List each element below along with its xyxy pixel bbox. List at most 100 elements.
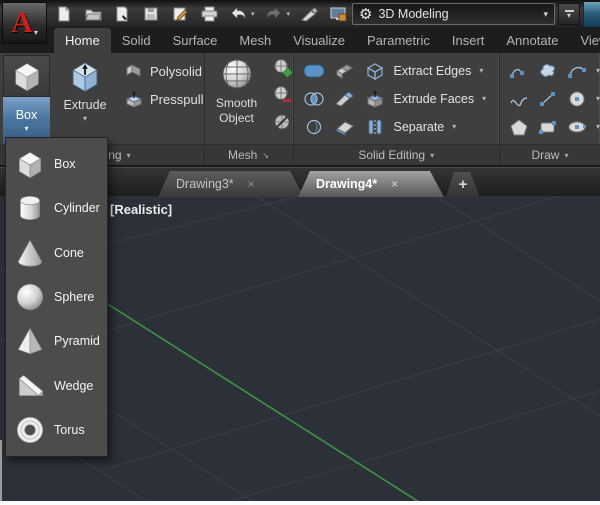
presspull-icon: [124, 89, 144, 109]
plot-style-pen-icon[interactable]: [299, 4, 319, 24]
extrude-icon: [66, 57, 104, 95]
line-icon[interactable]: [538, 90, 558, 108]
tab-home[interactable]: Home: [54, 28, 111, 53]
modeling-small-buttons: Polysolid Presspull: [112, 53, 203, 144]
extrude-button[interactable]: Extrude ▾: [58, 57, 112, 144]
y-axis-green-line: [106, 303, 430, 501]
cone-shape-icon: [13, 236, 47, 270]
layout-monitor-icon[interactable]: [328, 4, 348, 24]
new-file-icon[interactable]: [54, 4, 74, 24]
draw-row-2: ▾: [509, 86, 600, 111]
quick-access-toolbar: ▾ ▾: [54, 2, 348, 26]
menu-item-box[interactable]: Box: [6, 142, 107, 186]
separate-icon[interactable]: [364, 117, 386, 137]
solid-editing-panel-label[interactable]: Solid Editing ▾: [294, 144, 499, 165]
separate-label[interactable]: Separate: [394, 120, 445, 134]
cylinder-shape-icon: [13, 191, 47, 225]
tab-parametric[interactable]: Parametric: [356, 28, 441, 53]
close-tab-icon[interactable]: ×: [248, 177, 255, 191]
menu-item-sphere[interactable]: Sphere: [6, 275, 107, 319]
draw-panel-label[interactable]: Draw ▾: [500, 144, 600, 165]
polyline-icon[interactable]: [509, 62, 529, 80]
box-dropdown-caret-icon[interactable]: ▾: [24, 124, 28, 133]
menu-item-pyramid[interactable]: Pyramid: [6, 319, 107, 363]
title-bar: ▾ ▾ ⚙ 3D Modeling ▾ ▾: [0, 0, 600, 28]
extrude-caret-icon[interactable]: ▾: [83, 114, 87, 123]
solid-editing-row-3: Separate ▾: [302, 114, 499, 139]
polygon-icon[interactable]: [509, 118, 529, 136]
solid-history-icon[interactable]: [334, 62, 356, 80]
mesh-dialog-launcher-icon[interactable]: ↘: [262, 151, 269, 160]
arc-caret-icon[interactable]: ▾: [596, 66, 600, 75]
circle-caret-icon[interactable]: ▾: [596, 94, 600, 103]
qat-customize-button[interactable]: ▾: [558, 3, 580, 25]
wedge-shape-icon: [13, 369, 47, 403]
circle-icon[interactable]: [567, 90, 587, 108]
menu-item-torus[interactable]: Torus: [6, 408, 107, 452]
draw-panel-caret-icon: ▾: [564, 151, 568, 160]
intersect-icon[interactable]: [302, 91, 326, 107]
extract-edges-caret-icon[interactable]: ▾: [479, 66, 483, 75]
extract-edges-icon[interactable]: [364, 61, 386, 81]
new-drawing-tab-button[interactable]: +: [446, 172, 480, 197]
redo-icon[interactable]: [264, 4, 284, 24]
redo-dropdown-icon[interactable]: ▾: [287, 10, 291, 18]
bottom-strip: [0, 501, 600, 505]
subtract-icon[interactable]: [302, 119, 326, 135]
spline-icon[interactable]: [509, 90, 529, 108]
panel-solid-editing: Extract Edges ▾ Extrude Faces ▾: [293, 53, 499, 165]
qat-customize-caret-icon: ▾: [567, 13, 571, 19]
ribbon-tab-bar: Home Solid Surface Mesh Visualize Parame…: [0, 28, 600, 53]
workspace-selector[interactable]: ⚙ 3D Modeling ▾: [352, 3, 555, 25]
menu-item-cone[interactable]: Cone: [6, 231, 107, 275]
extrude-faces-caret-icon[interactable]: ▾: [482, 94, 486, 103]
rectangle-icon[interactable]: [538, 118, 558, 136]
viewport-left-edge: [0, 440, 2, 501]
separate-caret-icon[interactable]: ▾: [452, 122, 456, 131]
save-icon[interactable]: [112, 4, 132, 24]
undo-dropdown-icon[interactable]: ▾: [251, 10, 255, 18]
ellipse-icon[interactable]: [567, 118, 587, 136]
menu-item-cylinder[interactable]: Cylinder: [6, 186, 107, 230]
save-as-icon[interactable]: [141, 4, 161, 24]
revision-cloud-icon[interactable]: [538, 62, 558, 80]
extract-edges-label[interactable]: Extract Edges: [394, 64, 472, 78]
clean-icon[interactable]: [334, 118, 356, 136]
union-icon[interactable]: [302, 63, 326, 79]
smooth-more-icon[interactable]: [271, 57, 293, 79]
smooth-less-icon[interactable]: [271, 84, 293, 106]
presspull-button[interactable]: Presspull: [124, 89, 203, 109]
file-tab-drawing4[interactable]: Drawing4* ×: [298, 171, 444, 197]
extrude-faces-label[interactable]: Extrude Faces: [394, 92, 475, 106]
sphere-shape-icon: [13, 280, 47, 314]
undo-icon[interactable]: [228, 4, 248, 24]
tab-insert[interactable]: Insert: [441, 28, 496, 53]
ellipse-caret-icon[interactable]: ▾: [596, 122, 600, 131]
polysolid-icon: [124, 61, 144, 81]
tab-visualize[interactable]: Visualize: [282, 28, 356, 53]
box-split-button[interactable]: Box ▾: [3, 55, 50, 144]
file-tab-drawing3[interactable]: Drawing3* ×: [158, 171, 304, 197]
tab-surface[interactable]: Surface: [162, 28, 229, 53]
menu-item-wedge[interactable]: Wedge: [6, 363, 107, 407]
tab-mesh[interactable]: Mesh: [228, 28, 282, 53]
close-tab-icon[interactable]: ×: [391, 177, 398, 191]
visual-style-label[interactable]: [Realistic]: [110, 202, 172, 217]
box-icon[interactable]: [3, 55, 50, 97]
tab-annotate[interactable]: Annotate: [495, 28, 569, 53]
application-menu-button[interactable]: A ▾: [2, 2, 47, 44]
plot-printer-icon[interactable]: [199, 4, 219, 24]
fillet-edge-icon[interactable]: [334, 90, 356, 108]
mesh-panel-label[interactable]: Mesh ↘: [205, 144, 293, 165]
no-smooth-icon[interactable]: [271, 111, 293, 133]
tab-view[interactable]: View: [569, 28, 600, 53]
open-folder-icon[interactable]: [83, 4, 103, 24]
modeling-panel-caret-icon: ▾: [127, 151, 131, 160]
tab-solid[interactable]: Solid: [111, 28, 162, 53]
smooth-object-button[interactable]: Smooth Object: [209, 56, 265, 144]
autocad-window: ▾ ▾ ⚙ 3D Modeling ▾ ▾ A ▾ Home Solid: [0, 0, 600, 505]
arc-icon[interactable]: [567, 62, 587, 80]
polysolid-button[interactable]: Polysolid: [124, 61, 203, 81]
edit-redline-icon[interactable]: [170, 4, 190, 24]
extrude-faces-icon[interactable]: [364, 89, 386, 109]
